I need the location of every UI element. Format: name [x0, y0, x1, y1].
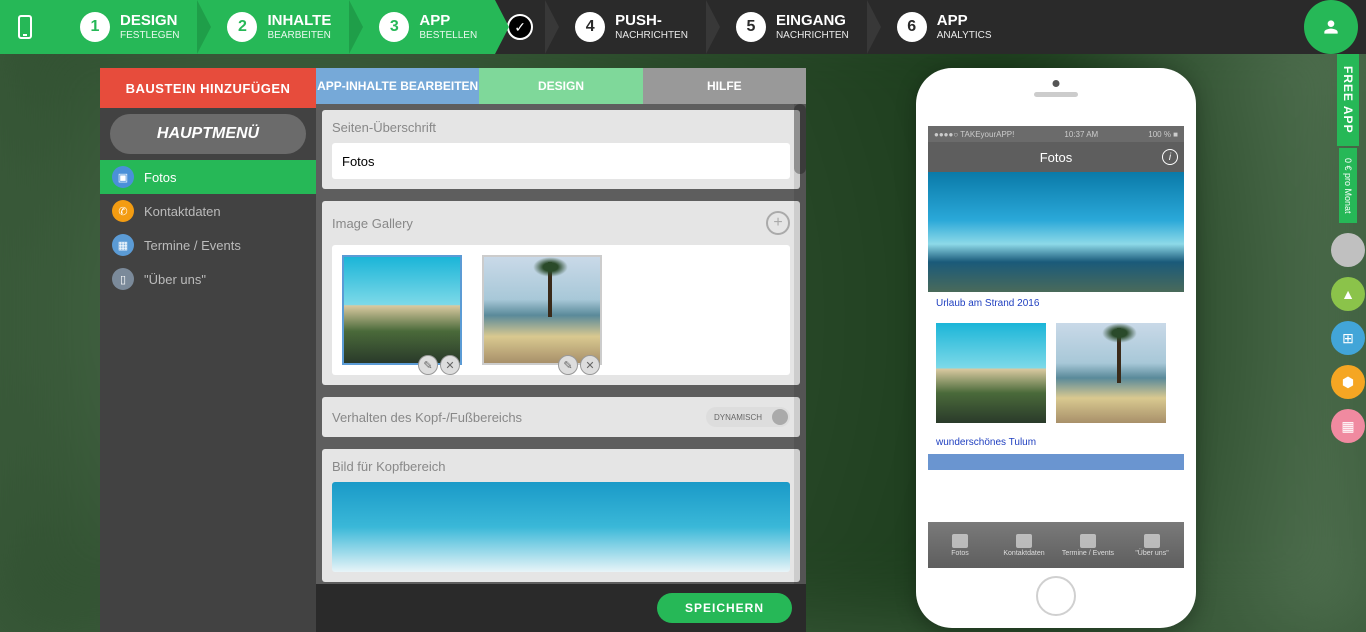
behavior-label: Verhalten des Kopf-/Fußbereichs — [332, 410, 522, 425]
preview-thumb[interactable] — [936, 323, 1046, 423]
panel-heading: Seiten-Überschrift — [322, 110, 800, 189]
step-5-eingang[interactable]: 5 EINGANGNACHRICHTEN — [706, 0, 867, 54]
free-app-badge[interactable]: FREE APP — [1337, 54, 1359, 146]
phone-icon — [18, 15, 32, 39]
panel-behavior: Verhalten des Kopf-/Fußbereichs DYNAMISC… — [322, 397, 800, 437]
step-number: 4 — [575, 12, 605, 42]
building-icon — [1144, 534, 1160, 548]
step-number: 1 — [80, 12, 110, 42]
step-number: 3 — [379, 12, 409, 42]
sidebar-item-label: Termine / Events — [144, 238, 241, 253]
sidebar-item-label: "Über uns" — [144, 272, 206, 287]
step-6-analytics[interactable]: 6 APPANALYTICS — [867, 0, 1010, 54]
top-nav: 1 DESIGNFESTLEGEN 2 INHALTEBEARBEITEN 3 … — [0, 0, 1366, 54]
preview-divider — [928, 454, 1184, 470]
qr-icon[interactable]: ▦ — [1331, 409, 1365, 443]
tabbar-item[interactable]: "Über uns" — [1120, 522, 1184, 568]
tabbar-item[interactable]: Kontaktdaten — [992, 522, 1056, 568]
phone-camera — [1053, 80, 1060, 87]
phone-screen: ●●●●○ TAKEyourAPP! 10:37 AM 100 % ■ Foto… — [928, 126, 1184, 568]
photo-icon: ▣ — [112, 166, 134, 188]
caption: wunderschönes Tulum — [928, 431, 1184, 454]
gallery-thumb[interactable]: ✎ ✕ — [482, 255, 602, 365]
home-button[interactable] — [1036, 576, 1076, 616]
user-menu-button[interactable] — [1304, 0, 1358, 54]
step-number: 2 — [227, 12, 257, 42]
gallery-grid: ✎ ✕ ✎ ✕ — [332, 245, 790, 375]
price-badge[interactable]: 0 € pro Monat — [1339, 148, 1357, 224]
step-number: 6 — [897, 12, 927, 42]
delete-thumb-button[interactable]: ✕ — [440, 355, 460, 375]
step-3-app[interactable]: 3 APPBESTELLEN — [349, 0, 495, 54]
thumb-image: ✎ ✕ — [342, 255, 462, 365]
sidebar-item-fotos[interactable]: ▣ Fotos — [100, 160, 316, 194]
phone-icon: ✆ — [112, 200, 134, 222]
sidebar-item-termine[interactable]: ▦ Termine / Events — [100, 228, 316, 262]
tab-content[interactable]: APP-INHALTE BEARBEITEN — [316, 68, 479, 104]
panel-header-image: Bild für Kopfbereich — [322, 449, 800, 582]
html5-icon[interactable]: ⬢ — [1331, 365, 1365, 399]
android-icon[interactable]: ▲ — [1331, 277, 1365, 311]
editor-tabs: APP-INHALTE BEARBEITEN DESIGN HILFE — [316, 68, 806, 104]
tabbar-item[interactable]: Fotos — [928, 522, 992, 568]
main-menu-header: HAUPTMENÜ — [110, 114, 306, 154]
thumb-image: ✎ ✕ — [482, 255, 602, 365]
windows-icon[interactable]: ⊞ — [1331, 321, 1365, 355]
heading-label: Seiten-Überschrift — [332, 120, 790, 135]
preview-thumb[interactable] — [1056, 323, 1166, 423]
scrollbar-thumb[interactable] — [794, 104, 806, 174]
calendar-icon — [1080, 534, 1096, 548]
phone-icon — [1016, 534, 1032, 548]
app-title: Fotos — [1040, 150, 1073, 165]
behavior-toggle[interactable]: DYNAMISCH — [706, 407, 790, 427]
step-4-push[interactable]: 4 PUSH-NACHRICHTEN — [545, 0, 706, 54]
right-rail: FREE APP 0 € pro Monat ▲ ⊞ ⬢ ▦ — [1330, 54, 1366, 443]
sidebar-item-label: Fotos — [144, 170, 177, 185]
editor-panel: APP-INHALTE BEARBEITEN DESIGN HILFE Seit… — [316, 68, 806, 632]
editor-footer: SPEICHERN — [316, 584, 806, 632]
header-img-label: Bild für Kopfbereich — [332, 459, 790, 474]
edit-thumb-button[interactable]: ✎ — [558, 355, 578, 375]
sidebar-item-kontaktdaten[interactable]: ✆ Kontaktdaten — [100, 194, 316, 228]
step-checkmark: ✓ — [495, 0, 545, 54]
tab-design[interactable]: DESIGN — [479, 68, 642, 104]
header-image-preview[interactable] — [332, 482, 790, 572]
app-tabbar: Fotos Kontaktdaten Termine / Events "Übe… — [928, 522, 1184, 568]
check-icon: ✓ — [507, 14, 533, 40]
gallery-label: Image Gallery — [332, 216, 413, 231]
hero-image — [928, 172, 1184, 292]
phone-speaker — [1034, 92, 1078, 97]
tab-help[interactable]: HILFE — [643, 68, 806, 104]
save-button[interactable]: SPEICHERN — [657, 593, 792, 623]
apple-icon[interactable] — [1331, 233, 1365, 267]
heading-input[interactable] — [332, 143, 790, 179]
delete-thumb-button[interactable]: ✕ — [580, 355, 600, 375]
step-number: 5 — [736, 12, 766, 42]
wizard-steps: 1 DESIGNFESTLEGEN 2 INHALTEBEARBEITEN 3 … — [50, 0, 1304, 54]
scrollbar[interactable] — [794, 104, 806, 584]
tabbar-item[interactable]: Termine / Events — [1056, 522, 1120, 568]
gallery-thumb[interactable]: ✎ ✕ — [342, 255, 462, 365]
add-block-button[interactable]: BAUSTEIN HINZUFÜGEN — [100, 68, 316, 108]
sidebar-item-label: Kontaktdaten — [144, 204, 221, 219]
info-icon[interactable]: i — [1162, 149, 1178, 165]
edit-thumb-button[interactable]: ✎ — [418, 355, 438, 375]
caption: Urlaub am Strand 2016 — [928, 292, 1184, 315]
calendar-icon: ▦ — [112, 234, 134, 256]
add-image-button[interactable]: + — [766, 211, 790, 235]
app-header: Fotos i — [928, 142, 1184, 172]
panel-gallery: Image Gallery + ✎ ✕ — [322, 201, 800, 385]
status-bar: ●●●●○ TAKEyourAPP! 10:37 AM 100 % ■ — [928, 126, 1184, 142]
building-icon: ▯ — [112, 268, 134, 290]
sidebar-item-ueber-uns[interactable]: ▯ "Über uns" — [100, 262, 316, 296]
photo-icon — [952, 534, 968, 548]
user-icon — [1321, 17, 1341, 37]
editor-body[interactable]: Seiten-Überschrift Image Gallery + ✎ ✕ — [316, 104, 806, 584]
phone-preview: ●●●●○ TAKEyourAPP! 10:37 AM 100 % ■ Foto… — [916, 68, 1196, 632]
step-1-design[interactable]: 1 DESIGNFESTLEGEN — [50, 0, 197, 54]
step-2-inhalte[interactable]: 2 INHALTEBEARBEITEN — [197, 0, 349, 54]
preview-thumbs — [928, 315, 1184, 431]
sidebar: BAUSTEIN HINZUFÜGEN HAUPTMENÜ ▣ Fotos ✆ … — [100, 68, 316, 632]
logo-phone[interactable] — [0, 0, 50, 54]
